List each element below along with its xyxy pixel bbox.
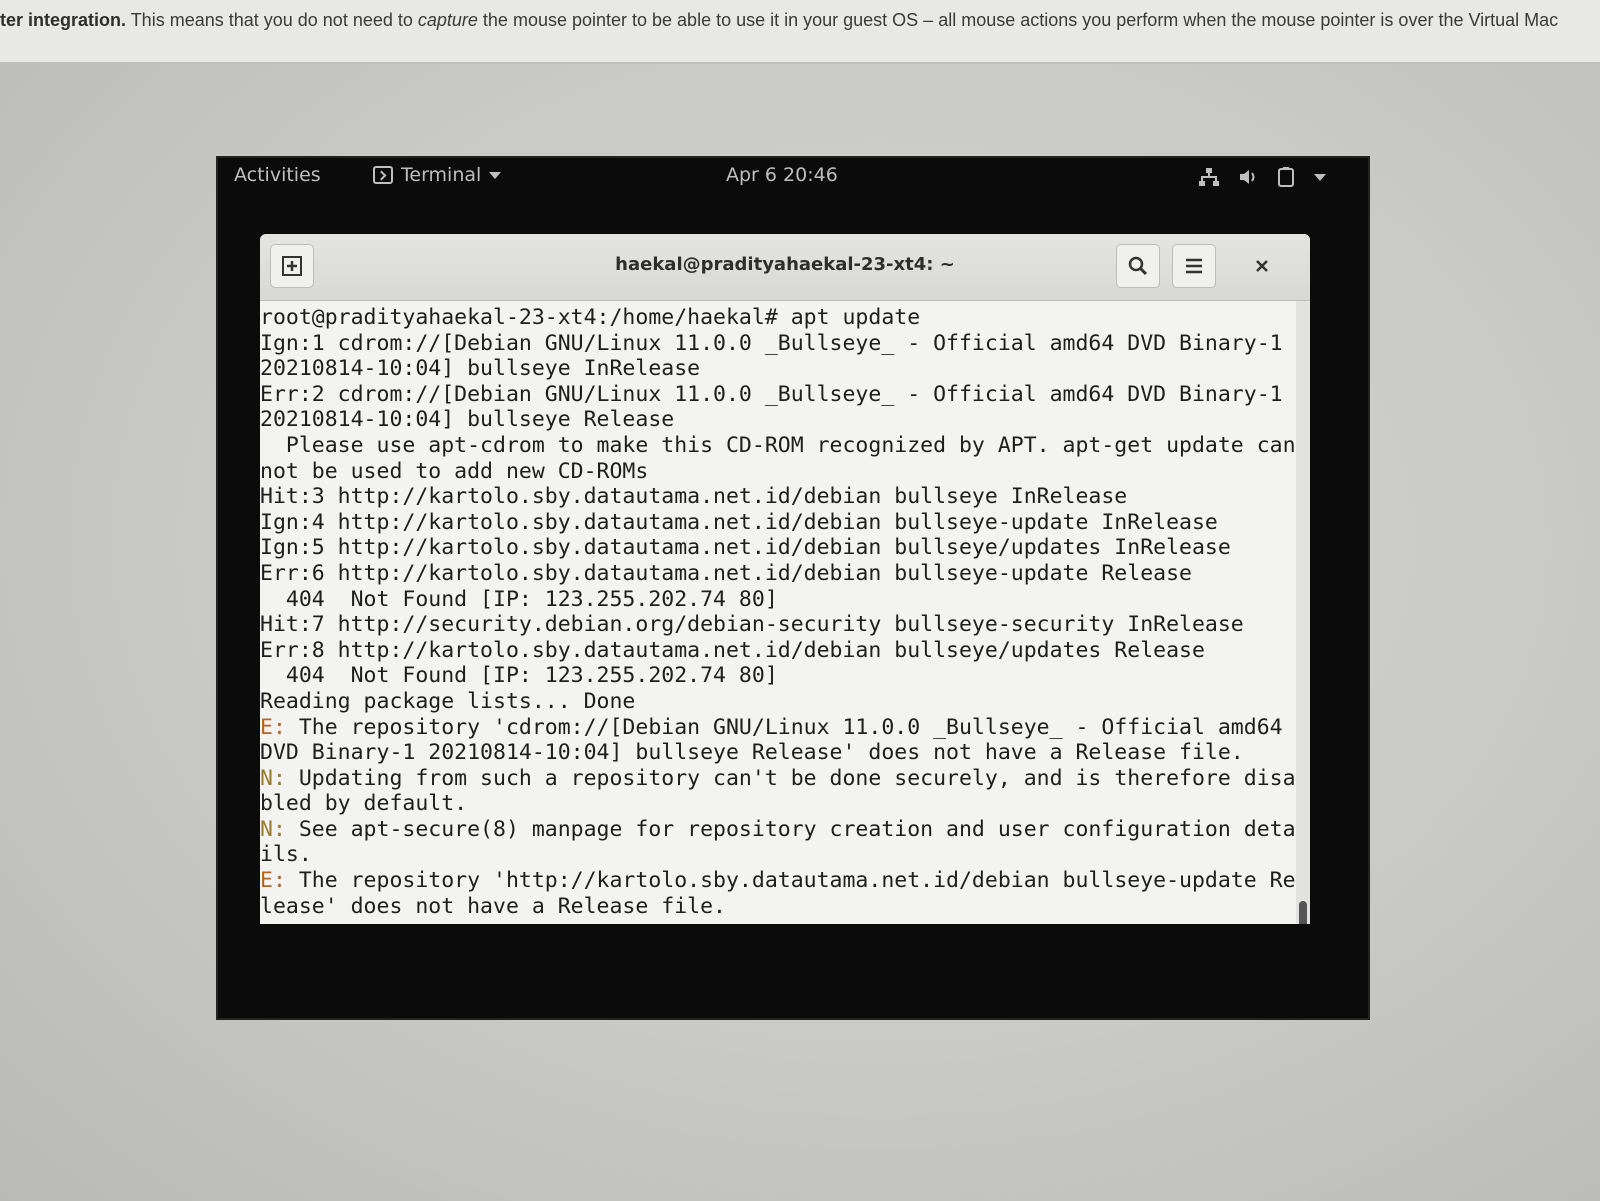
terminal-line: N: See apt-secure(8) manpage for reposit… [260, 817, 1296, 843]
vm-display[interactable]: Activities Terminal Apr 6 20:46 haekal@p… [218, 158, 1368, 1018]
activities-button[interactable]: Activities [234, 164, 321, 186]
terminal-line-text: Ign:5 http://kartolo.sby.datautama.net.i… [260, 535, 1231, 561]
terminal-line: N: Updating from such a repository can't… [260, 766, 1296, 792]
clock[interactable]: Apr 6 20:46 [726, 164, 838, 186]
power-icon [1278, 167, 1294, 187]
terminal-output[interactable]: root@pradityahaekal-23-xt4:/home/haekal#… [260, 301, 1296, 924]
terminal-line: Ign:5 http://kartolo.sby.datautama.net.i… [260, 535, 1296, 561]
app-menu-label: Terminal [401, 164, 482, 186]
terminal-line-text: not be used to add new CD-ROMs [260, 458, 649, 484]
terminal-line: Err:2 cdrom://[Debian GNU/Linux 11.0.0 _… [260, 382, 1296, 408]
terminal-line-text: The repository 'cdrom://[Debian GNU/Linu… [285, 714, 1283, 740]
notice-prefix: N: [260, 816, 286, 842]
terminal-line-text: lease' does not have a Release file. [260, 893, 726, 919]
terminal-line-text: Err:2 cdrom://[Debian GNU/Linux 11.0.0 _… [260, 381, 1283, 407]
terminal-line-text: Err:8 http://kartolo.sby.datautama.net.i… [260, 637, 1205, 663]
app-menu-terminal[interactable]: Terminal [373, 164, 502, 186]
terminal-line: Err:8 http://kartolo.sby.datautama.net.i… [260, 638, 1296, 664]
network-icon [1199, 168, 1219, 186]
terminal-line-text: Ign:4 http://kartolo.sby.datautama.net.i… [260, 509, 1218, 535]
banner-bold-text: ter integration. [0, 10, 127, 30]
caret-down-icon [489, 171, 502, 179]
search-icon [1128, 256, 1148, 276]
terminal-line-text: 404 Not Found [IP: 123.255.202.74 80] [260, 586, 778, 612]
terminal-line: 404 Not Found [IP: 123.255.202.74 80] [260, 663, 1296, 689]
terminal-line: Err:6 http://kartolo.sby.datautama.net.i… [260, 561, 1296, 587]
banner-text-1: This means that you do not need to [126, 10, 418, 30]
terminal-line-text: Updating from such a repository can't be… [285, 765, 1296, 791]
system-tray[interactable] [1198, 166, 1326, 188]
terminal-line-text: Ign:1 cdrom://[Debian GNU/Linux 11.0.0 _… [260, 330, 1283, 356]
hamburger-menu-icon [1186, 258, 1202, 274]
terminal-line-text: root@pradityahaekal-23-xt4:/home/haekal#… [260, 305, 921, 330]
close-button[interactable] [1240, 244, 1284, 288]
terminal-line: 404 Not Found [IP: 123.255.202.74 80] [260, 587, 1296, 613]
terminal-line: Please use apt-cdrom to make this CD-ROM… [260, 433, 1296, 459]
terminal-line-text: bled by default. [260, 791, 468, 817]
terminal-window[interactable]: haekal@pradityahaekal-23-xt4: ~ root@pra… [260, 234, 1310, 924]
terminal-line: Ign:1 cdrom://[Debian GNU/Linux 11.0.0 _… [260, 331, 1296, 357]
chevron-down-icon [1314, 173, 1326, 181]
scrollbar-track[interactable] [1296, 301, 1310, 924]
terminal-line-text: Please use apt-cdrom to make this CD-ROM… [260, 432, 1296, 458]
volume-icon [1240, 170, 1255, 184]
banner-text-2: the mouse pointer to be able to use it i… [477, 10, 1559, 30]
error-prefix: E: [260, 714, 286, 740]
close-icon [1256, 260, 1268, 272]
terminal-line-text: 404 Not Found [IP: 123.255.202.74 80] [260, 663, 778, 689]
gnome-top-bar: Activities Terminal Apr 6 20:46 [218, 158, 1368, 194]
terminal-line: bled by default. [260, 791, 1296, 817]
terminal-line: Hit:3 http://kartolo.sby.datautama.net.i… [260, 484, 1296, 510]
terminal-line: ils. [260, 842, 1296, 868]
terminal-line-text: See apt-secure(8) manpage for repository… [285, 816, 1296, 842]
terminal-line: 20210814-10:04] bullseye InRelease [260, 356, 1296, 382]
terminal-titlebar[interactable]: haekal@pradityahaekal-23-xt4: ~ [260, 234, 1310, 301]
terminal-line-text: Hit:7 http://security.debian.org/debian-… [260, 612, 1244, 638]
terminal-line: Hit:7 http://security.debian.org/debian-… [260, 612, 1296, 638]
banner-italic-text: capture [417, 10, 478, 30]
notice-prefix: N: [260, 765, 286, 791]
terminal-line-text: ils. [260, 842, 312, 868]
terminal-line-text: DVD Binary-1 20210814-10:04] bullseye Re… [260, 740, 1244, 766]
terminal-line-text: Reading package lists... Done [260, 688, 636, 714]
terminal-line: lease' does not have a Release file. [260, 894, 1296, 920]
terminal-line: Ign:4 http://kartolo.sby.datautama.net.i… [260, 510, 1296, 536]
terminal-line: root@pradityahaekal-23-xt4:/home/haekal#… [260, 305, 1296, 331]
search-button[interactable] [1116, 244, 1160, 288]
terminal-line: 20210814-10:04] bullseye Release [260, 407, 1296, 433]
terminal-line: Reading package lists... Done [260, 689, 1296, 715]
terminal-line-text: Err:6 http://kartolo.sby.datautama.net.i… [260, 560, 1192, 586]
scrollbar-thumb[interactable] [1299, 901, 1307, 924]
terminal-line: E: The repository 'cdrom://[Debian GNU/L… [260, 715, 1296, 741]
terminal-icon [373, 166, 393, 184]
error-prefix: E: [260, 868, 286, 894]
terminal-line-text: 20210814-10:04] bullseye Release [260, 407, 675, 433]
hamburger-menu-button[interactable] [1172, 244, 1216, 288]
terminal-line-text: 20210814-10:04] bullseye InRelease [260, 356, 701, 382]
terminal-line: not be used to add new CD-ROMs [260, 459, 1296, 485]
terminal-line: DVD Binary-1 20210814-10:04] bullseye Re… [260, 740, 1296, 766]
host-banner-text: ter integration. This means that you do … [0, 0, 1600, 64]
terminal-line-text: Hit:3 http://kartolo.sby.datautama.net.i… [260, 484, 1128, 510]
terminal-line-text: The repository 'http://kartolo.sby.datau… [285, 868, 1296, 894]
terminal-line: E: The repository 'http://kartolo.sby.da… [260, 868, 1296, 894]
